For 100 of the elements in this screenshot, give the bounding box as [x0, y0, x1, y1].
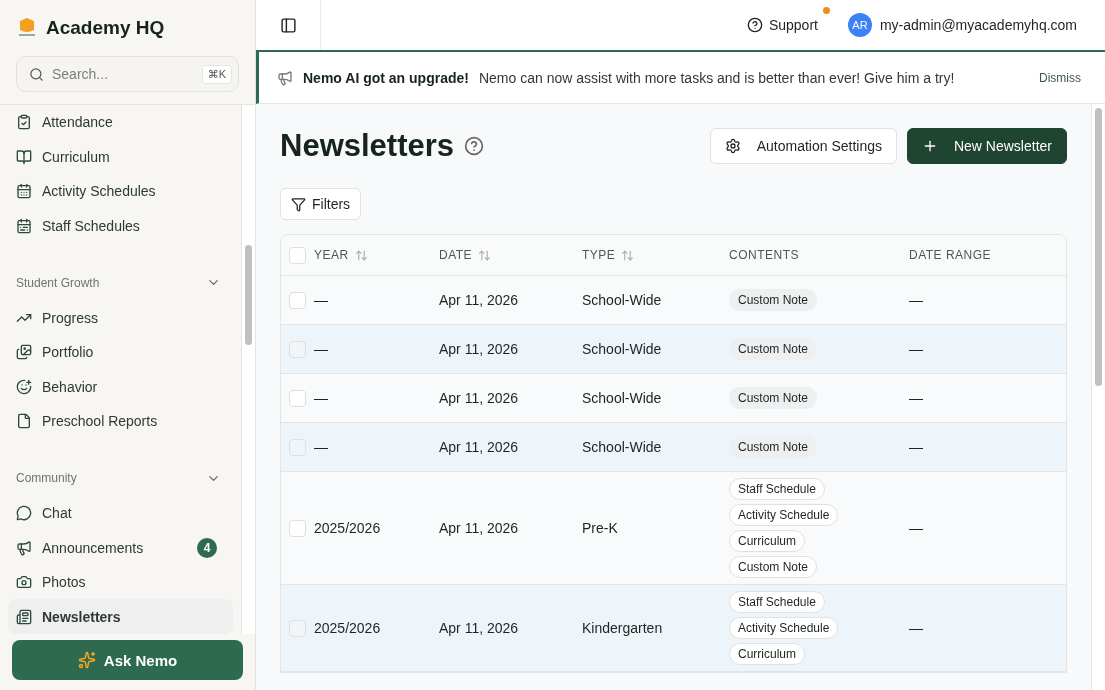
shortcut-key: ⌘K — [201, 64, 232, 84]
table-row[interactable]: — Apr 11, 2026 School-Wide Custom Note — — [281, 374, 1066, 423]
nav-item[interactable]: Attendance — [8, 105, 233, 140]
content-tag: Custom Note — [729, 387, 818, 409]
table-cell-text: Apr 11, 2026 — [439, 520, 520, 536]
sort-icon[interactable] — [354, 248, 368, 262]
sidebar-icon — [279, 16, 297, 34]
nav-item[interactable]: Portfolio — [8, 334, 233, 370]
table-cell: — — [314, 439, 328, 455]
table-cell-text: Pre-K — [582, 520, 619, 536]
section-title: Community — [16, 471, 77, 486]
search-field[interactable]: Search... ⌘K — [16, 56, 239, 92]
table-cell-text: — — [909, 292, 924, 308]
table-cell: — — [314, 341, 328, 357]
table-row[interactable]: — Apr 11, 2026 School-Wide Custom Note — — [281, 423, 1066, 472]
nav-item[interactable]: Progress — [8, 300, 233, 335]
table-cell-text: Apr 11, 2026 — [439, 439, 520, 455]
table-cell-text: School-Wide — [582, 439, 663, 455]
select-all-checkbox[interactable] — [289, 246, 306, 264]
book-icon — [16, 148, 32, 165]
user-menu[interactable]: AR my-admin@myacademyhq.com — [847, 13, 1077, 37]
table-cell-text: Apr 11, 2026 — [439, 341, 520, 357]
content-tag: Activity Schedule — [729, 504, 839, 526]
content-tag: Staff Schedule — [729, 478, 825, 500]
table-cell-text: — — [909, 341, 924, 357]
file-icon — [16, 413, 32, 430]
row-checkbox[interactable] — [289, 389, 306, 407]
table-cell-text: — — [909, 520, 924, 536]
column-header: CONTENTS — [729, 248, 800, 262]
clipboard-icon — [16, 114, 32, 131]
nav-item[interactable]: Activity Schedules — [8, 174, 233, 209]
search-icon — [29, 66, 44, 82]
new-newsletter-button[interactable]: New Newsletter — [906, 128, 1067, 164]
scrollbar-thumb[interactable] — [1095, 108, 1102, 386]
avatar: AR — [847, 13, 872, 37]
count-badge: 4 — [197, 537, 217, 558]
table-row[interactable]: 2025/2026 Apr 11, 2026 Pre-K Staff Schedule Activity Schedule Curriculum Custom Note — — [281, 472, 1066, 585]
content-tag: Custom Note — [729, 289, 818, 311]
help-icon[interactable] — [464, 136, 485, 156]
table-cell-text: — — [909, 620, 924, 636]
table-cell: 2025/2026 — [314, 520, 381, 536]
table-row[interactable]: — Apr 11, 2026 School-Wide Custom Note — — [281, 276, 1066, 325]
sparkles-icon — [77, 651, 96, 669]
megaphone-icon — [277, 69, 293, 86]
dismiss-button[interactable]: Dismiss — [1033, 69, 1087, 86]
megaphone-icon — [16, 539, 32, 556]
row-checkbox[interactable] — [289, 291, 306, 309]
filter-icon — [291, 196, 306, 212]
table-cell-text: Kindergarten — [582, 620, 664, 636]
table-cell-text: Apr 11, 2026 — [439, 620, 520, 636]
content-tag: Custom Note — [729, 338, 818, 360]
content-tag: Curriculum — [729, 643, 805, 665]
chat-icon — [16, 505, 32, 521]
calendar-icon — [16, 183, 32, 200]
column-header[interactable]: YEAR — [314, 248, 368, 262]
sort-icon[interactable] — [621, 248, 635, 262]
row-checkbox[interactable] — [289, 438, 306, 456]
table-cell-text: School-Wide — [582, 292, 663, 308]
filters-button[interactable]: Filters — [280, 188, 362, 220]
automation-settings-button[interactable]: Automation Settings — [709, 128, 897, 164]
section-title: Student Growth — [16, 275, 100, 290]
calendar-icon — [16, 218, 32, 234]
nav-item[interactable]: Preschool Reports — [8, 404, 233, 439]
table-cell: — — [314, 390, 328, 406]
row-checkbox[interactable] — [289, 340, 306, 358]
content-tag: Curriculum — [729, 530, 805, 552]
help-icon — [746, 17, 763, 33]
page-title: Newsletters — [280, 128, 455, 164]
images-icon — [16, 344, 32, 361]
nav-item[interactable]: Chat — [8, 495, 233, 531]
row-checkbox[interactable] — [289, 519, 306, 537]
brand-name: Academy HQ — [46, 17, 165, 39]
table-cell-text: Apr 11, 2026 — [439, 292, 520, 308]
content-tag: Staff Schedule — [729, 591, 825, 613]
nav-item[interactable]: Staff Schedules — [8, 208, 233, 244]
ask-nemo-button[interactable]: Ask Nemo — [12, 640, 243, 680]
sort-icon[interactable] — [478, 248, 492, 262]
scrollbar-thumb[interactable] — [245, 245, 252, 345]
content-tag: Custom Note — [729, 556, 818, 578]
table-cell-text: School-Wide — [582, 390, 663, 406]
nav-item[interactable]: Newsletters — [8, 599, 233, 634]
banner-message: Nemo can now assist with more tasks and is better than ever! Give him a try! — [478, 69, 955, 86]
table-cell-text: — — [909, 439, 924, 455]
banner-title: Nemo AI got an upgrade! — [303, 69, 469, 86]
column-header: DATE RANGE — [909, 248, 993, 262]
column-header[interactable]: DATE — [439, 248, 582, 262]
table-row[interactable]: 2025/2026 Apr 11, 2026 Kindergarten Staff Schedule Activity Schedule Curriculum — — [281, 585, 1066, 672]
table-row[interactable]: — Apr 11, 2026 School-Wide Custom Note — — [281, 325, 1066, 374]
nav-item[interactable]: Curriculum — [8, 139, 233, 175]
nav-item[interactable]: Behavior — [8, 369, 233, 405]
camera-icon — [16, 574, 32, 591]
row-checkbox[interactable] — [289, 619, 306, 637]
nav-item[interactable]: Photos — [8, 564, 233, 600]
nav-item[interactable]: Announcements 4 — [8, 530, 233, 565]
table-cell: 2025/2026 — [314, 620, 381, 636]
table-cell-text: — — [909, 390, 924, 406]
content-tag: Custom Note — [729, 436, 818, 458]
column-header[interactable]: TYPE — [582, 248, 729, 262]
smile-icon — [16, 378, 32, 395]
support-button[interactable]: Support — [746, 17, 818, 33]
